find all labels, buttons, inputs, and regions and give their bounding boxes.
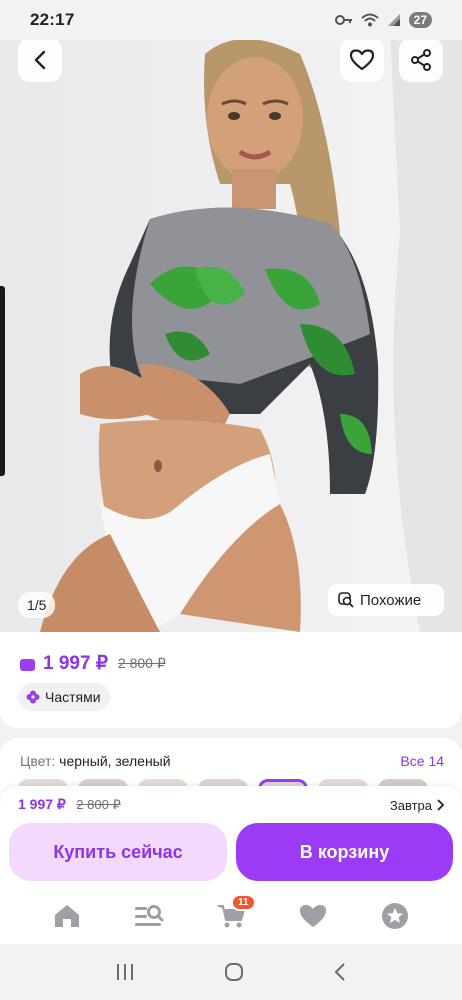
heart-outline-icon — [349, 49, 375, 71]
nav-home[interactable] — [47, 896, 87, 936]
installments-chip[interactable]: Частями — [18, 683, 110, 711]
add-to-cart-button[interactable]: В корзину — [236, 823, 453, 881]
battery-indicator: 27 — [408, 12, 432, 28]
installments-icon — [26, 690, 40, 704]
delivery-date: Завтра — [389, 797, 432, 813]
color-info: Цвет: черный, зеленый — [20, 753, 171, 769]
nav-profile[interactable] — [375, 896, 415, 936]
purchase-price: 1 997 ₽ — [18, 796, 66, 812]
purchase-price-group: 1 997 ₽ 2 800 ₽ — [18, 796, 121, 814]
all-colors-link[interactable]: Все 14 — [400, 753, 444, 769]
share-button[interactable] — [399, 38, 443, 82]
product-image-gallery[interactable]: 1/5 Похожие — [0, 34, 462, 632]
chevron-left-icon — [34, 50, 46, 70]
old-price: 2 800 ₽ — [117, 655, 166, 671]
similar-search-icon — [338, 592, 354, 608]
cart-badge: 11 — [231, 894, 256, 911]
bottom-navigation: 11 — [0, 888, 462, 944]
chevron-right-icon — [437, 799, 444, 811]
color-value: черный, зеленый — [59, 753, 171, 769]
purchase-panel: 1 997 ₽ 2 800 ₽ Завтра Купить сейчас В к… — [0, 786, 462, 888]
buy-now-button[interactable]: Купить сейчас — [9, 823, 227, 881]
purchase-old-price: 2 800 ₽ — [76, 797, 121, 812]
wallet-icon — [20, 658, 35, 671]
status-bar: 22:17 27 — [0, 0, 462, 40]
image-counter: 1/5 — [18, 592, 56, 618]
status-time: 22:17 — [30, 10, 75, 29]
profile-star-icon — [382, 903, 408, 929]
home-circle-icon[interactable] — [224, 962, 244, 982]
product-photo — [0, 34, 462, 632]
nav-favorites[interactable] — [293, 896, 333, 936]
installments-label: Частями — [45, 689, 101, 705]
current-price: 1 997 ₽ — [43, 653, 108, 674]
recent-apps-icon[interactable] — [115, 963, 135, 981]
favorite-button[interactable] — [340, 38, 384, 82]
back-arrow-icon[interactable] — [333, 962, 347, 982]
price-card: 1 997 ₽ 2 800 ₽ Частями — [0, 632, 462, 728]
status-icons: 27 — [334, 12, 432, 28]
key-icon — [334, 15, 352, 25]
share-icon — [411, 49, 431, 71]
price-row: 1 997 ₽ 2 800 ₽ — [20, 652, 166, 675]
color-key: Цвет: — [20, 753, 56, 769]
side-edge-handle — [0, 286, 5, 476]
similar-label: Похожие — [360, 591, 422, 609]
purchase-info-row: 1 997 ₽ 2 800 ₽ Завтра — [18, 796, 444, 814]
home-icon — [55, 905, 79, 927]
wifi-icon — [360, 13, 379, 27]
back-button[interactable] — [18, 38, 62, 82]
delivery-info[interactable]: Завтра — [390, 798, 444, 813]
system-navigation-bar — [0, 944, 462, 1000]
nav-cart[interactable]: 11 — [211, 894, 256, 936]
nav-catalog[interactable] — [129, 896, 169, 936]
catalog-search-icon — [135, 905, 164, 926]
similar-products-button[interactable]: Похожие — [328, 584, 444, 616]
signal-icon — [387, 14, 400, 26]
heart-icon — [300, 905, 326, 927]
